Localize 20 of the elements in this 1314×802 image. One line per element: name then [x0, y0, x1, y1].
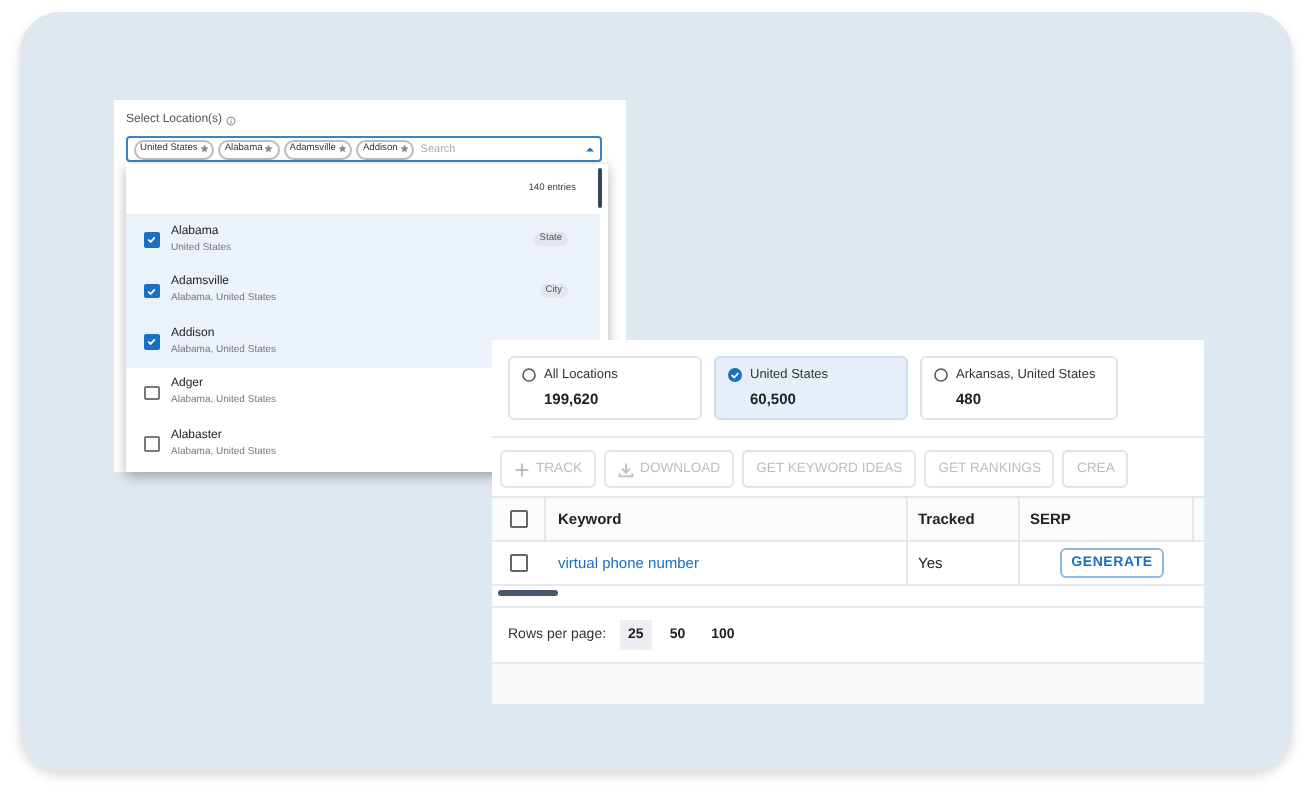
check-circle-icon [728, 368, 742, 382]
info-icon [226, 115, 237, 125]
scrollbar-thumb[interactable] [498, 590, 558, 596]
checkbox[interactable] [144, 334, 159, 349]
star-icon[interactable] [199, 144, 209, 154]
plus-icon [514, 461, 530, 477]
row-checkbox[interactable] [510, 554, 528, 572]
checkbox[interactable] [144, 283, 159, 298]
caret-icon[interactable] [586, 146, 594, 152]
star-icon[interactable] [264, 144, 274, 154]
radio-icon [934, 368, 948, 382]
checkbox[interactable] [144, 436, 159, 451]
checkbox[interactable] [144, 385, 159, 400]
radio-icon [522, 368, 536, 382]
star-icon[interactable] [337, 144, 347, 154]
download-icon [618, 461, 635, 477]
scrollbar-thumb[interactable] [598, 168, 602, 208]
select-all-checkbox[interactable] [509, 510, 527, 528]
star-icon[interactable] [399, 144, 409, 154]
checkbox[interactable] [144, 232, 159, 247]
